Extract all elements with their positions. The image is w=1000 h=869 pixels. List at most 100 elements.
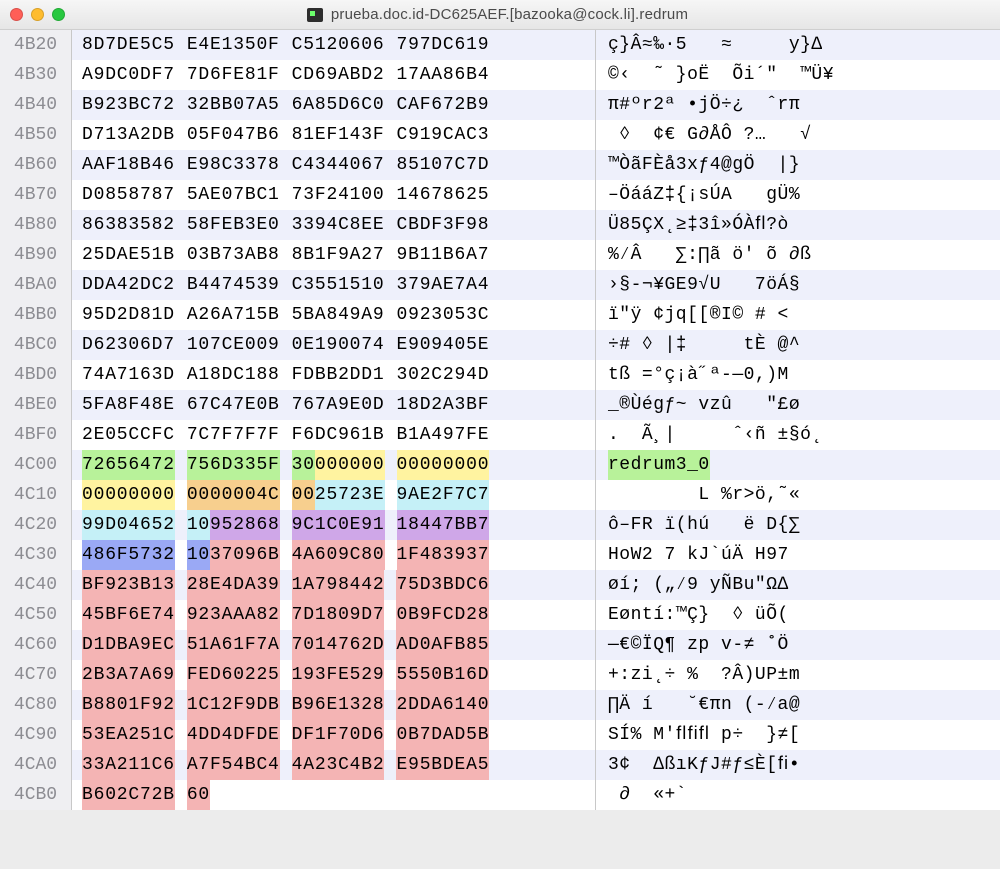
- hex-group[interactable]: B8801F92: [72, 690, 175, 720]
- hex-group[interactable]: 4A609C80: [280, 540, 385, 570]
- hex-group[interactable]: 107CE009: [175, 330, 280, 360]
- hex-row[interactable]: 8638358258FEB3E03394C8EECBDF3F98: [72, 210, 595, 240]
- hex-group[interactable]: D713A2DB: [72, 120, 175, 150]
- hex-row[interactable]: 2B3A7A69FED60225193FE5295550B16D: [72, 660, 595, 690]
- hex-group[interactable]: 95D2D81D: [72, 300, 175, 330]
- hex-group[interactable]: 99D04652: [72, 510, 175, 540]
- ascii-row[interactable]: ÷# ◊ |‡ tÈ @^: [596, 330, 1000, 360]
- hex-group[interactable]: 0B9FCD28: [384, 600, 489, 630]
- hex-group[interactable]: 85107C7D: [384, 150, 489, 180]
- hex-group[interactable]: 33A211C6: [72, 750, 175, 780]
- hex-group[interactable]: E98C3378: [175, 150, 280, 180]
- hex-group[interactable]: 5BA849A9: [280, 300, 385, 330]
- hex-group[interactable]: 7D1809D7: [280, 600, 385, 630]
- hex-group[interactable]: 25DAE51B: [72, 240, 175, 270]
- hex-group[interactable]: BF923B13: [72, 570, 175, 600]
- ascii-row[interactable]: —€©ÏQ¶ zp v-≠ ˚Ö: [596, 630, 1000, 660]
- hex-group[interactable]: C5120606: [280, 30, 385, 60]
- ascii-row[interactable]: ∂ «+`: [596, 780, 1000, 810]
- hex-group[interactable]: A7F54BC4: [175, 750, 280, 780]
- hex-row[interactable]: AAF18B46E98C3378C434406785107C7D: [72, 150, 595, 180]
- ascii-row[interactable]: ◊ ¢€ G∂ÅÔ ?… √: [596, 120, 1000, 150]
- ascii-row[interactable]: L %r>ö,˜«: [596, 480, 1000, 510]
- hex-group[interactable]: 193FE529: [280, 660, 385, 690]
- hex-group[interactable]: 8B1F9A27: [280, 240, 385, 270]
- hex-group[interactable]: AD0AFB85: [384, 630, 489, 660]
- ascii-row[interactable]: ∏Ä í ˘€πn (-⁄a@: [596, 690, 1000, 720]
- hex-group[interactable]: 9C1C0E91: [280, 510, 385, 540]
- hex-group[interactable]: FED60225: [175, 660, 280, 690]
- hex-row[interactable]: 33A211C6A7F54BC44A23C4B2E95BDEA5: [72, 750, 595, 780]
- hex-group[interactable]: E909405E: [384, 330, 489, 360]
- hex-row[interactable]: BF923B1328E4DA391A79844275D3BDC6: [72, 570, 595, 600]
- ascii-row[interactable]: . Ã¸| ˆ‹ñ ±§ó˛: [596, 420, 1000, 450]
- hex-row[interactable]: B8801F921C12F9DBB96E13282DDA6140: [72, 690, 595, 720]
- hex-group[interactable]: 75D3BDC6: [384, 570, 489, 600]
- hex-group[interactable]: E4E1350F: [175, 30, 280, 60]
- ascii-row[interactable]: π#ºr2ª •jÖ÷¿ ˆrπ: [596, 90, 1000, 120]
- hex-group[interactable]: 05F047B6: [175, 120, 280, 150]
- hex-row[interactable]: 95D2D81DA26A715B5BA849A90923053C: [72, 300, 595, 330]
- hex-group[interactable]: 767A9E0D: [280, 390, 385, 420]
- hex-row[interactable]: 8D7DE5C5E4E1350FC5120606797DC619: [72, 30, 595, 60]
- hex-group[interactable]: 756D335F: [175, 450, 280, 480]
- ascii-row[interactable]: ï"ÿ ¢jq[[®I© # <: [596, 300, 1000, 330]
- hex-group[interactable]: 0025723E: [280, 480, 385, 510]
- hex-group[interactable]: 379AE7A4: [384, 270, 489, 300]
- hex-group[interactable]: DDA42DC2: [72, 270, 175, 300]
- ascii-row[interactable]: ©‹ ˜ }oË Õi´" ™Ü¥: [596, 60, 1000, 90]
- hex-group[interactable]: 45BF6E74: [72, 600, 175, 630]
- ascii-row[interactable]: ™ÒãFÈå3xƒ4@gÖ |}: [596, 150, 1000, 180]
- hex-group[interactable]: E95BDEA5: [384, 750, 489, 780]
- hex-group[interactable]: 5550B16D: [384, 660, 489, 690]
- hex-row[interactable]: B923BC7232BB07A56A85D6C0CAF672B9: [72, 90, 595, 120]
- hex-row[interactable]: 2E05CCFC7C7F7F7FF6DC961BB1A497FE: [72, 420, 595, 450]
- hex-group[interactable]: 0000004C: [175, 480, 280, 510]
- hex-group[interactable]: A18DC188: [175, 360, 280, 390]
- hex-row[interactable]: D62306D7107CE0090E190074E909405E: [72, 330, 595, 360]
- hex-group[interactable]: CBDF3F98: [384, 210, 489, 240]
- hex-group[interactable]: 18447BB7: [385, 510, 490, 540]
- minimize-icon[interactable]: [31, 8, 44, 21]
- hex-group[interactable]: D0858787: [72, 180, 175, 210]
- hex-row[interactable]: 25DAE51B03B73AB88B1F9A279B11B6A7: [72, 240, 595, 270]
- hex-group[interactable]: C919CAC3: [384, 120, 489, 150]
- ascii-row[interactable]: ô–FR ï(hú ë D{∑: [596, 510, 1000, 540]
- hex-group[interactable]: DF1F70D6: [280, 720, 385, 750]
- hex-group[interactable]: 73F24100: [280, 180, 385, 210]
- hex-group[interactable]: A26A715B: [175, 300, 280, 330]
- hex-group[interactable]: B4474539: [175, 270, 280, 300]
- hex-row[interactable]: 74A7163DA18DC188FDBB2DD1302C294D: [72, 360, 595, 390]
- hex-row[interactable]: 000000000000004C0025723E9AE2F7C7: [72, 480, 595, 510]
- hex-group[interactable]: B923BC72: [72, 90, 175, 120]
- hex-group[interactable]: 51A61F7A: [175, 630, 280, 660]
- hex-group[interactable]: 1F483937: [385, 540, 490, 570]
- hex-group[interactable]: 2DDA6140: [384, 690, 489, 720]
- hex-group[interactable]: 81EF143F: [280, 120, 385, 150]
- ascii-row[interactable]: ç}Â≈‰·5 ≈ y}∆: [596, 30, 1000, 60]
- ascii-row[interactable]: ›§-¬¥GE9√U 7öÁ§: [596, 270, 1000, 300]
- hex-group[interactable]: 4DD4DFDE: [175, 720, 280, 750]
- hex-group[interactable]: 6A85D6C0: [280, 90, 385, 120]
- hex-group[interactable]: 30000000: [280, 450, 385, 480]
- hex-group[interactable]: C3551510: [280, 270, 385, 300]
- ascii-row[interactable]: +:zi˛÷ % ?Â)UP±m: [596, 660, 1000, 690]
- ascii-row[interactable]: Eøntí:™Ç} ◊ üÕ(: [596, 600, 1000, 630]
- hex-group[interactable]: 60: [175, 780, 210, 810]
- hex-row[interactable]: D1DBA9EC51A61F7A7014762DAD0AFB85: [72, 630, 595, 660]
- hex-group[interactable]: 7014762D: [280, 630, 385, 660]
- hex-group[interactable]: 1037096B: [175, 540, 280, 570]
- hex-group[interactable]: 58FEB3E0: [175, 210, 280, 240]
- hex-row[interactable]: DDA42DC2B4474539C3551510379AE7A4: [72, 270, 595, 300]
- hex-group[interactable]: 00000000: [385, 450, 490, 480]
- hex-group[interactable]: B602C72B: [72, 780, 175, 810]
- hex-group[interactable]: 03B73AB8: [175, 240, 280, 270]
- hex-group[interactable]: F6DC961B: [280, 420, 385, 450]
- hex-group[interactable]: 18D2A3BF: [384, 390, 489, 420]
- hex-group[interactable]: CD69ABD2: [280, 60, 385, 90]
- ascii-row[interactable]: øí; („⁄9 yÑBu"Ω∆: [596, 570, 1000, 600]
- hex-group[interactable]: 67C47E0B: [175, 390, 280, 420]
- hex-row[interactable]: 5FA8F48E67C47E0B767A9E0D18D2A3BF: [72, 390, 595, 420]
- hex-row[interactable]: 99D04652109528689C1C0E9118447BB7: [72, 510, 595, 540]
- hex-row[interactable]: A9DC0DF77D6FE81FCD69ABD217AA86B4: [72, 60, 595, 90]
